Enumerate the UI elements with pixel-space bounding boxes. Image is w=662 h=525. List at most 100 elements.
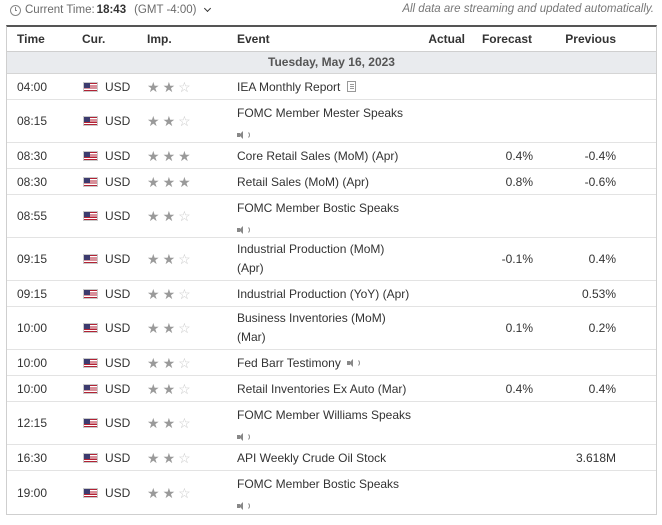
event-row[interactable]: 19:00 USD ★ ★ ☆ FOMC Member Bostic Speaks <box>7 471 656 514</box>
event-name-line: Retail Sales (MoM) (Apr) <box>237 174 370 189</box>
event-row[interactable]: 16:30 USD ★ ★ ☆ API Weekly Crude Oil Stock 3.6… <box>7 445 656 471</box>
us-flag-icon <box>83 176 98 187</box>
top-bar: Current Time: 18:43 (GMT -4:00) All data… <box>0 0 662 22</box>
currency-code: USD <box>105 355 131 370</box>
event-row[interactable]: 10:00 USD ★ ★ ☆ Fed Barr Testimony <box>7 350 656 376</box>
currency-code: USD <box>105 286 131 301</box>
currency-code: USD <box>105 416 131 430</box>
event-name-line: Fed Barr Testimony <box>237 355 341 370</box>
event-row[interactable]: 08:15 USD ★ ★ ☆ FOMC Member Mester Speaks <box>7 100 656 143</box>
star-filled-icon: ★ <box>162 449 176 466</box>
currency-code: USD <box>105 209 131 223</box>
star-filled-icon: ★ <box>147 285 160 302</box>
event-previous: 3.618M <box>575 450 616 465</box>
event-row[interactable]: 10:00 USD ★ ★ ☆ Retail Inventories Ex Auto (M… <box>7 376 656 402</box>
event-row[interactable]: 08:30 USD ★ ★ ★ Core Retail Sales (MoM) (Apr)… <box>7 143 656 169</box>
importance-stars: ★ ★ ☆ <box>147 281 194 306</box>
event-forecast: -0.1% <box>501 252 533 266</box>
event-name[interactable]: Retail Inventories Ex Auto (Mar) <box>237 376 417 401</box>
currency-code: USD <box>105 79 131 94</box>
event-currency: USD <box>83 471 130 514</box>
event-name-line: FOMC Member Bostic Speaks <box>237 201 400 215</box>
event-name[interactable]: Core Retail Sales (MoM) (Apr) <box>237 143 417 168</box>
event-time: 16:30 <box>17 450 48 465</box>
currency-code: USD <box>105 321 131 335</box>
importance-stars: ★ ★ ☆ <box>147 445 194 470</box>
event-currency: USD <box>83 100 130 142</box>
speaker-icon <box>237 130 250 140</box>
event-row[interactable]: 04:00 USD ★ ★ ☆ IEA Monthly Report <box>7 74 656 100</box>
importance-stars: ★ ★ ☆ <box>147 238 194 280</box>
event-name[interactable]: Industrial Production (YoY) (Apr) <box>237 281 417 306</box>
event-previous: 0.53% <box>581 286 616 301</box>
event-name[interactable]: FOMC Member Williams Speaks <box>237 406 417 444</box>
us-flag-icon <box>83 383 98 394</box>
event-forecast: 0.8% <box>505 174 533 189</box>
star-empty-icon: ☆ <box>178 354 191 371</box>
event-previous: -0.4% <box>584 148 616 163</box>
event-currency: USD <box>83 445 130 470</box>
event-name-line: Business Inventories (MoM) <box>237 311 386 325</box>
event-name[interactable]: IEA Monthly Report <box>237 74 417 99</box>
event-previous: -0.6% <box>584 174 616 189</box>
current-time-value: 18:43 <box>96 4 127 16</box>
us-flag-icon <box>83 81 98 92</box>
header-event: Event <box>237 32 270 46</box>
us-flag-icon <box>83 150 98 161</box>
event-name-line: Industrial Production (MoM) <box>237 242 385 256</box>
star-filled-icon: ★ <box>162 251 176 267</box>
event-forecast: 0.4% <box>505 148 533 163</box>
event-time: 19:00 <box>17 485 48 500</box>
event-row[interactable]: 08:30 USD ★ ★ ★ Retail Sales (MoM) (Apr) 0.8% -… <box>7 169 656 195</box>
event-row[interactable]: 12:15 USD ★ ★ ☆ FOMC Member Williams Speaks <box>7 402 656 445</box>
star-filled-icon: ★ <box>147 113 160 129</box>
event-name[interactable]: Business Inventories (MoM) (Mar) <box>237 309 417 347</box>
event-name[interactable]: Retail Sales (MoM) (Apr) <box>237 169 417 194</box>
importance-stars: ★ ★ ★ <box>147 143 194 168</box>
event-name[interactable]: FOMC Member Mester Speaks <box>237 104 417 142</box>
event-name[interactable]: Industrial Production (MoM) (Apr) <box>237 240 417 278</box>
header-currency: Cur. <box>82 32 106 46</box>
event-name-line: (Mar) <box>237 330 266 344</box>
event-currency: USD <box>83 238 130 280</box>
star-empty-icon: ☆ <box>178 380 191 397</box>
event-name-line: Industrial Production (YoY) (Apr) <box>237 286 410 301</box>
importance-stars: ★ ★ ☆ <box>147 376 194 401</box>
importance-stars: ★ ★ ☆ <box>147 307 194 349</box>
star-empty-icon: ☆ <box>178 285 191 302</box>
event-name[interactable]: FOMC Member Bostic Speaks <box>237 199 417 237</box>
us-flag-icon <box>83 487 98 498</box>
us-flag-icon <box>83 452 98 463</box>
event-time: 09:15 <box>17 286 48 301</box>
current-time-display: Current Time: 18:43 (GMT -4:00) <box>10 4 211 16</box>
event-name-line: FOMC Member Mester Speaks <box>237 106 404 120</box>
chevron-down-icon[interactable] <box>203 4 211 13</box>
document-icon[interactable] <box>347 81 357 92</box>
speaker-icon <box>346 358 360 368</box>
event-time: 10:00 <box>17 381 48 396</box>
us-flag-icon <box>83 357 98 368</box>
currency-code: USD <box>105 485 131 500</box>
event-row[interactable]: 08:55 USD ★ ★ ☆ FOMC Member Bostic Speaks <box>7 195 656 238</box>
star-filled-icon: ★ <box>147 78 160 95</box>
event-name-line: Core Retail Sales (MoM) (Apr) <box>237 148 399 163</box>
star-filled-icon: ★ <box>162 147 176 164</box>
header-forecast: Forecast <box>481 32 532 46</box>
header-previous: Previous <box>565 32 616 46</box>
event-row[interactable]: 09:15 USD ★ ★ ☆ Industrial Production (YoY) (… <box>7 281 656 307</box>
star-filled-icon: ★ <box>178 147 191 164</box>
event-name[interactable]: API Weekly Crude Oil Stock <box>237 445 417 470</box>
event-previous: 0.2% <box>588 321 616 335</box>
star-filled-icon: ★ <box>162 380 176 397</box>
event-name[interactable]: Fed Barr Testimony <box>237 350 417 375</box>
importance-stars: ★ ★ ☆ <box>147 74 194 99</box>
event-currency: USD <box>83 307 130 349</box>
event-row[interactable]: 10:00 USD ★ ★ ☆ Business Inventories (MoM) (Ma… <box>7 307 656 350</box>
us-flag-icon <box>83 211 98 221</box>
event-name[interactable]: FOMC Member Bostic Speaks <box>237 475 417 513</box>
currency-code: USD <box>105 174 131 189</box>
timezone-label[interactable]: (GMT -4:00) <box>134 4 196 16</box>
star-empty-icon: ☆ <box>178 484 191 501</box>
event-row[interactable]: 09:15 USD ★ ★ ☆ Industrial Production (MoM) (A… <box>7 238 656 281</box>
event-previous: 0.4% <box>588 381 616 396</box>
